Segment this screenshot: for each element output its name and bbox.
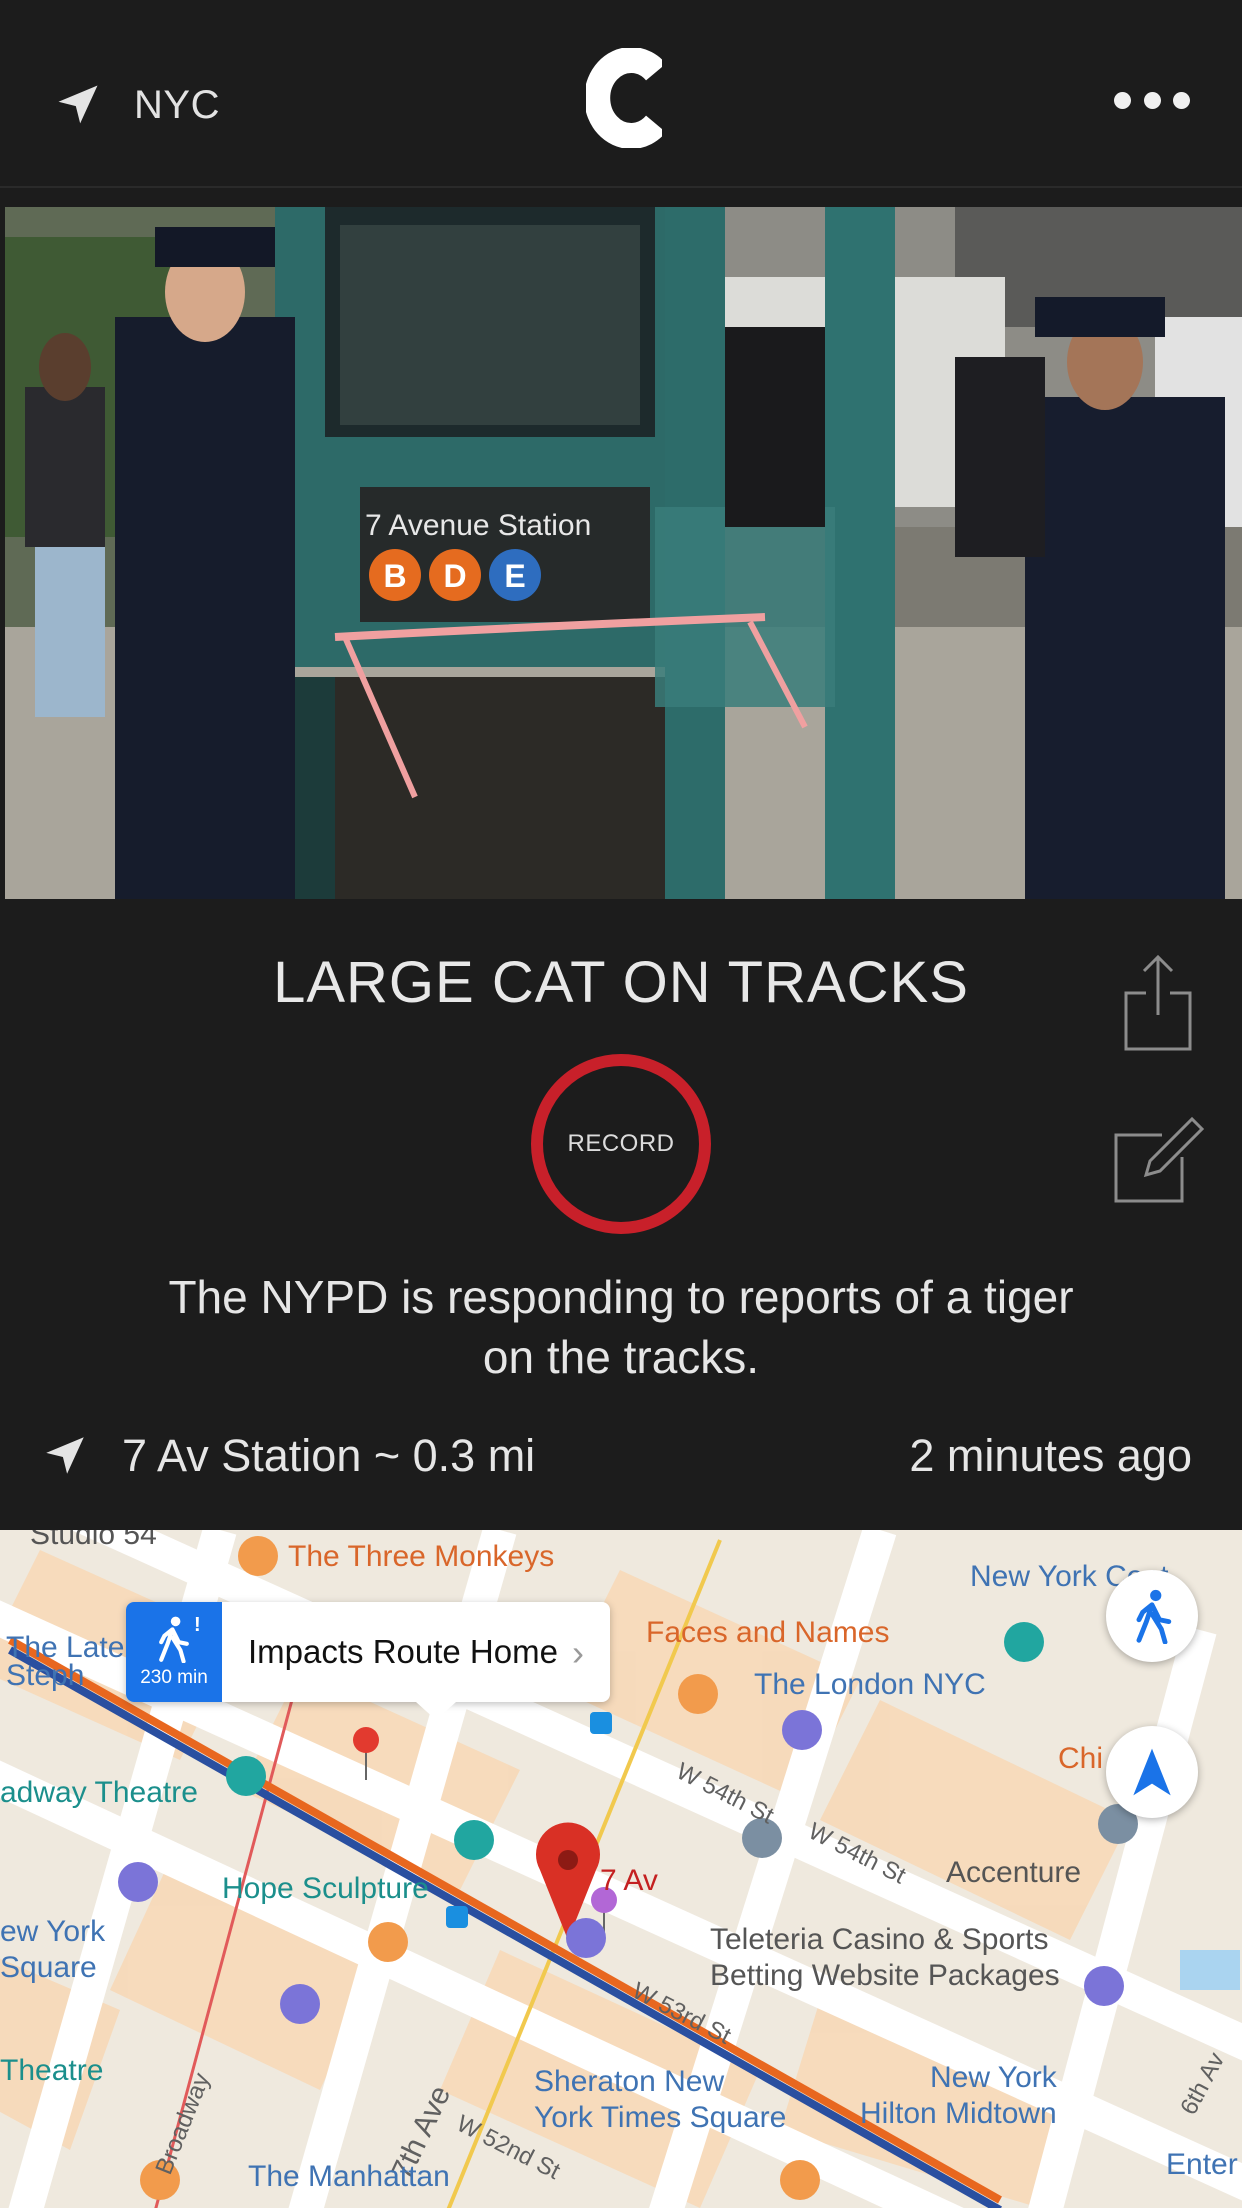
more-dot bbox=[1143, 91, 1161, 109]
map-label: Sheraton New York Times Square bbox=[534, 2065, 787, 2134]
story-photo[interactable]: 7 Avenue Station B D E bbox=[5, 207, 1242, 899]
hotel-icon[interactable] bbox=[1084, 1966, 1124, 2006]
map-label: The Late Steph bbox=[6, 1631, 125, 1692]
map-label: The London NYC bbox=[754, 1668, 986, 1701]
route-badge: ! 230 min bbox=[126, 1602, 222, 1702]
story-card: LARGE CAT ON TRACKS RECORD The NYPD is r… bbox=[0, 913, 1242, 1528]
story-description: The NYPD is responding to reports of a t… bbox=[168, 1271, 1074, 1383]
map-label: 7 Av bbox=[600, 1864, 658, 1897]
story-timestamp: 2 minutes ago bbox=[909, 1430, 1192, 1481]
city-label: NYC bbox=[134, 82, 220, 127]
map-label: Teleteria Casino & Sports Betting Websit… bbox=[710, 1923, 1060, 1992]
map-label: Enter bbox=[1166, 2148, 1238, 2181]
theatre-icon[interactable] bbox=[226, 1756, 266, 1796]
map-view[interactable]: Studio 54 The Three Monkeys New York Cen… bbox=[0, 1530, 1242, 2208]
subway-entrance-photo: 7 Avenue Station B D E bbox=[5, 207, 1242, 899]
location-arrow-icon bbox=[58, 85, 98, 124]
restaurant-icon[interactable] bbox=[368, 1922, 408, 1962]
share-icon[interactable] bbox=[1118, 953, 1198, 1053]
navigation-arrow-icon bbox=[1133, 1748, 1171, 1796]
more-menu-button[interactable] bbox=[1114, 80, 1190, 120]
restaurant-icon[interactable] bbox=[780, 2160, 820, 2200]
map-label: adway Theatre bbox=[0, 1776, 198, 1809]
svg-text:D: D bbox=[443, 558, 466, 594]
top-bar: NYC bbox=[0, 0, 1242, 188]
route-alert: ! bbox=[194, 1614, 201, 1636]
more-dot bbox=[1173, 91, 1190, 109]
bus-stop-icon[interactable] bbox=[590, 1712, 612, 1734]
map-label: New York Hilton Midtown bbox=[860, 2061, 1057, 2130]
walking-directions-button[interactable] bbox=[1106, 1570, 1198, 1662]
hotel-icon[interactable] bbox=[280, 1984, 320, 2024]
hotel-icon[interactable] bbox=[782, 1710, 822, 1750]
recenter-navigation-button[interactable] bbox=[1106, 1726, 1198, 1818]
station-sign-text: 7 Avenue Station bbox=[365, 509, 591, 542]
map-label: ew York Square bbox=[0, 1915, 106, 1984]
walk-icon bbox=[159, 1616, 189, 1663]
map-label: Accenture bbox=[946, 1856, 1082, 1889]
map-label: Hope Sculpture bbox=[222, 1872, 429, 1905]
small-red-pin-icon[interactable] bbox=[353, 1727, 379, 1753]
hotel-icon[interactable] bbox=[566, 1918, 606, 1958]
svg-text:B: B bbox=[383, 558, 406, 594]
story-location-text: 7 Av Station ~ 0.3 mi bbox=[122, 1430, 536, 1481]
more-dot bbox=[1114, 91, 1131, 109]
app-logo bbox=[586, 48, 662, 148]
story-location[interactable]: 7 Av Station ~ 0.3 mi bbox=[40, 1421, 535, 1491]
map-label: The Manhattan bbox=[248, 2160, 450, 2193]
map-label: Theatre bbox=[0, 2054, 104, 2087]
map-label: The Three Monkeys bbox=[288, 1540, 555, 1573]
walk-icon bbox=[1136, 1589, 1172, 1644]
svg-text:E: E bbox=[504, 558, 525, 594]
restaurant-icon[interactable] bbox=[238, 1536, 278, 1576]
hotel-icon[interactable] bbox=[118, 1862, 158, 1902]
location-arrow-icon bbox=[46, 1437, 84, 1474]
camera-icon[interactable] bbox=[454, 1820, 494, 1860]
bar-icon[interactable] bbox=[678, 1674, 718, 1714]
location-selector[interactable]: NYC bbox=[52, 70, 220, 140]
route-impact-card[interactable]: ! 230 min Impacts Route Home › bbox=[126, 1602, 610, 1720]
chevron-right-icon: › bbox=[572, 1632, 584, 1673]
map-label: Faces and Names bbox=[646, 1616, 890, 1649]
route-duration: 230 min bbox=[140, 1667, 208, 1688]
bus-stop-icon[interactable] bbox=[446, 1906, 468, 1928]
edit-icon[interactable] bbox=[1112, 1113, 1204, 1205]
record-label: RECORD bbox=[567, 1130, 675, 1157]
route-card-text: Impacts Route Home bbox=[248, 1633, 558, 1670]
theatre-icon[interactable] bbox=[1004, 1622, 1044, 1662]
record-button[interactable]: RECORD bbox=[531, 1054, 711, 1234]
story-headline: LARGE CAT ON TRACKS bbox=[273, 950, 969, 1015]
map-label: Studio 54 bbox=[30, 1530, 157, 1551]
